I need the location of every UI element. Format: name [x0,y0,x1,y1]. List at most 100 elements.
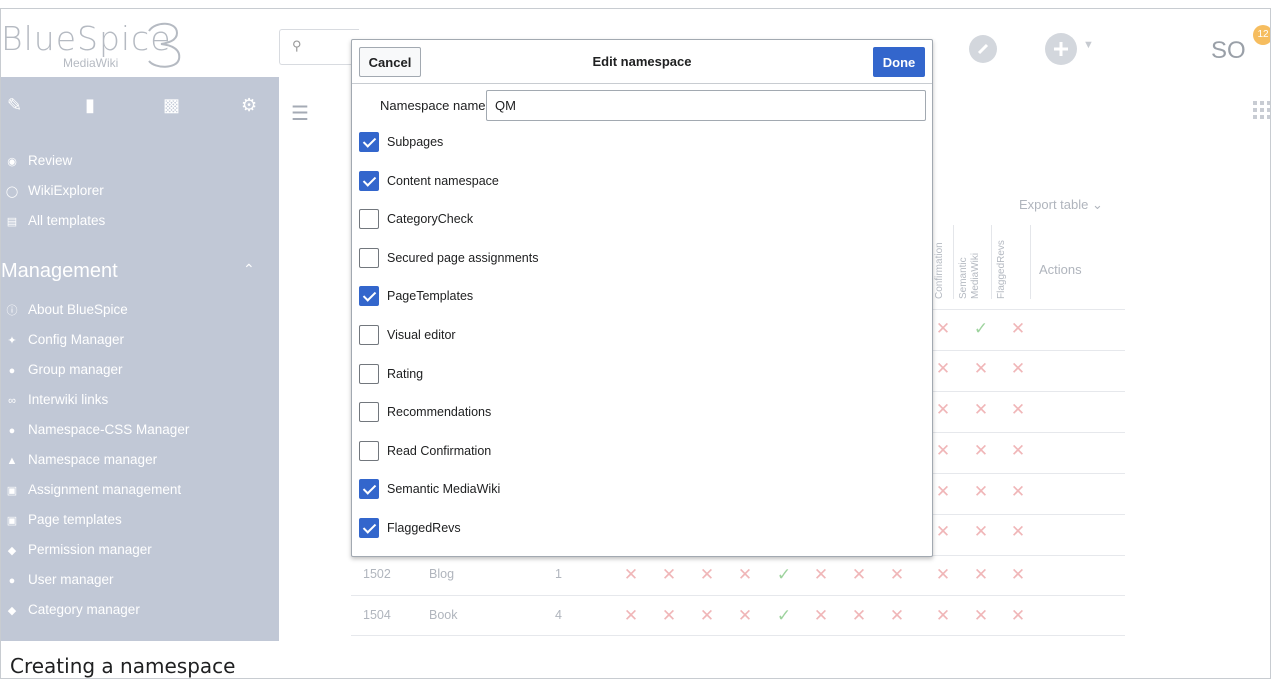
sidebar-item-assignment-management[interactable]: ▣ Assignment management [1,482,181,497]
checkbox-subpages[interactable] [359,132,379,152]
cross-icon: ✕ [851,565,867,584]
clipboard-icon[interactable]: ▩ [163,95,180,116]
option-rating[interactable]: Rating [359,363,919,386]
search-field[interactable]: ⚲ [279,29,359,65]
assignment-icon: ▣ [6,485,18,497]
checkbox-categorycheck[interactable] [359,209,379,230]
option-read-confirmation[interactable]: Read Confirmation [359,440,919,463]
column-separator [1030,225,1031,299]
cross-icon: ✕ [935,482,951,501]
option-label: Visual editor [387,328,456,342]
management-heading[interactable]: Management [1,260,118,283]
done-button[interactable]: Done [873,47,925,77]
sidebar-item-label: About BlueSpice [28,302,128,317]
sidebar-item-label: Page templates [28,512,122,527]
option-label: Recommendations [387,405,492,420]
user-icon: ● [8,575,16,587]
sidebar-item-namespace-css-manager[interactable]: ● Namespace-CSS Manager [1,422,190,437]
option-label: Read Confirmation [387,443,492,458]
checkbox-rating[interactable] [359,363,379,384]
gear-icon[interactable]: ⚙ [241,95,257,116]
chevron-up-icon[interactable]: ⌃ [243,261,255,278]
apps-grid-icon[interactable] [1253,101,1271,119]
user-avatar[interactable]: SO [1211,37,1246,65]
option-subpages[interactable]: Subpages [359,132,919,154]
key-icon: ◆ [7,545,17,557]
sidebar-item-review[interactable]: ◉ Review [1,153,72,168]
option-semantic-mediawiki[interactable]: Semantic MediaWiki [359,479,919,501]
namespace-name-input[interactable] [486,90,926,121]
sidebar-item-about-bluespice[interactable]: ⓘ About BlueSpice [1,302,128,318]
cross-icon: ✕ [1010,522,1026,541]
sidebar-item-group-manager[interactable]: ● Group manager [1,362,123,377]
cell-name: Book [429,608,458,622]
edit-icon[interactable] [969,35,997,63]
sidebar-item-permission-manager[interactable]: ◆ Permission manager [1,542,152,557]
option-label: PageTemplates [387,289,474,304]
cross-icon: ✕ [1010,359,1026,378]
option-label: Secured page assignments [387,250,539,265]
export-table-dropdown[interactable]: Export table ⌄ [1019,197,1103,213]
document-icon[interactable]: ▮ [85,95,95,116]
css-icon: ● [8,425,16,437]
checkbox-flaggedrevs[interactable] [359,518,379,538]
sidebar-item-category-manager[interactable]: ◆ Category manager [1,602,140,617]
checkbox-content-namespace[interactable] [359,170,379,191]
column-header-confirmation[interactable]: Confirmation [934,229,948,299]
sidebar-item-interwiki-links[interactable]: ∞ Interwiki links [1,392,108,407]
option-content-namespace[interactable]: Content namespace [359,170,919,193]
cross-icon: ✕ [1010,400,1026,419]
option-visual-editor[interactable]: Visual editor [359,325,919,347]
sidebar-item-label: Assignment management [28,482,182,497]
sidebar-item-label: WikiExplorer [28,183,104,198]
option-label: Rating [387,366,424,381]
sidebar-item-wikiexplorer[interactable]: ◯ WikiExplorer [1,183,104,198]
sidebar-item-all-templates[interactable]: ▤ All templates [1,213,106,228]
checkbox-pagetemplates[interactable] [359,286,379,307]
cross-icon: ✕ [1010,565,1026,584]
dialog-header: Edit namespace Cancel Done [352,40,932,84]
option-categorycheck[interactable]: CategoryCheck [359,209,919,231]
sidebar-item-config-manager[interactable]: ✦ Config Manager [1,332,124,347]
column-separator [953,225,954,299]
checkbox-secured-page-assignments[interactable] [359,247,379,268]
sidebar-item-page-templates[interactable]: ▣ Page templates [1,512,122,527]
export-table-label: Export table [1019,197,1089,212]
check-icon: ✓ [776,565,792,584]
checkbox-semantic-mediawiki[interactable] [359,479,379,500]
explorer-icon: ◯ [5,186,19,198]
cross-icon: ✕ [1010,441,1026,460]
sidebar-item-namespace-manager[interactable]: ▲ Namespace manager [1,452,158,467]
group-icon: ● [8,365,16,377]
option-flaggedrevs[interactable]: FlaggedRevs [359,518,919,540]
page-template-icon: ▣ [6,515,18,527]
sidebar-item-user-manager[interactable]: ● User manager [1,572,114,587]
info-icon: ⓘ [6,305,18,317]
cross-icon: ✕ [1010,606,1026,625]
column-header-semantic-mediawiki[interactable]: Semantic MediaWiki [958,229,988,299]
cross-icon: ✕ [661,606,677,625]
cross-icon: ✕ [935,359,951,378]
add-icon[interactable] [1045,33,1077,65]
chevron-down-icon[interactable]: ▼ [1083,39,1094,51]
option-pagetemplates[interactable]: PageTemplates [359,286,919,308]
cross-icon: ✕ [973,522,989,541]
option-label: FlaggedRevs [387,521,461,535]
bluespice-logo[interactable]: BlueSpice MediaWiki [1,15,201,75]
cross-icon: ✕ [935,319,951,338]
notification-badge[interactable]: 12 [1253,25,1270,45]
option-secured-page-assignments[interactable]: Secured page assignments [359,247,919,270]
column-header-flaggedrevs[interactable]: FlaggedRevs [996,229,1010,299]
cross-icon: ✕ [623,606,639,625]
sidebar-tabs: ✎ ▮ ▩ ⚙ [1,95,279,125]
namespace-name-label: Namespace name: [380,98,490,113]
option-recommendations[interactable]: Recommendations [359,402,919,424]
checkbox-read-confirmation[interactable] [359,440,379,461]
hamburger-menu-icon[interactable]: ☰ [291,101,309,126]
checkbox-recommendations[interactable] [359,402,379,423]
cancel-button[interactable]: Cancel [359,47,421,77]
checkbox-visual-editor[interactable] [359,325,379,345]
cell-pages: 1 [555,567,562,581]
sidebar-item-label: All templates [28,213,106,228]
pencil-icon[interactable]: ✎ [7,95,22,116]
